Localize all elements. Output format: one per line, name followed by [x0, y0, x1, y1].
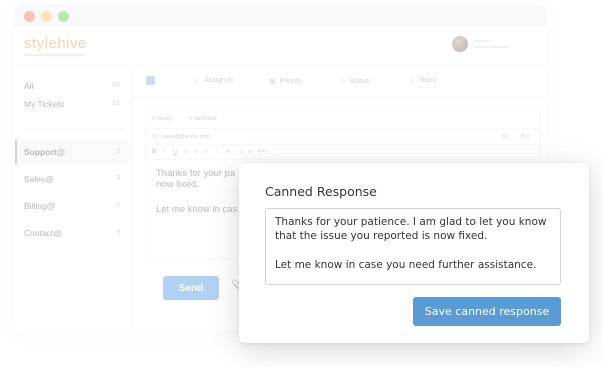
minimize-window-button[interactable] [41, 11, 52, 22]
sidebar-item-my-tickets[interactable]: My Tickets [24, 99, 64, 109]
app-header: stylehive [15, 27, 547, 67]
emoji-icon[interactable]: ☺ [238, 149, 244, 155]
reply-text-line-1: Thanks for your pa [156, 168, 236, 179]
sidebar-count-billing: 2 [116, 202, 120, 209]
sidebar-count-all: 43 [112, 82, 120, 89]
priority-button[interactable]: ▩ Priority [269, 77, 301, 85]
canned-response-dialog: Canned Response Thanks for your patience… [239, 163, 589, 343]
sidebar-item-support[interactable]: Support@ [24, 147, 65, 157]
underline-button[interactable]: U [173, 149, 177, 155]
tab-add-note[interactable]: ✎ Add Note [188, 116, 217, 122]
sidebar-item-contact[interactable]: Contact@ [24, 228, 62, 238]
tab-reply-label: Reply [158, 116, 173, 122]
user-email-placeholder [473, 46, 509, 48]
canned-response-textarea[interactable]: Thanks for your patience. I am glad to l… [265, 208, 561, 285]
dialog-title: Canned Response [265, 184, 377, 199]
sidebar-count-my-tickets: 12 [112, 100, 120, 107]
font-color-button[interactable]: A [226, 149, 230, 155]
align-center-icon[interactable]: ≡ [194, 149, 198, 155]
bar-chart-icon: ▩ [269, 78, 276, 85]
code-icon[interactable]: <> [258, 149, 265, 155]
user-name-placeholder [473, 40, 491, 42]
team-button[interactable]: ☺ Team [408, 77, 436, 84]
team-icon: ☺ [408, 77, 416, 84]
recipients-row: To: support@acme.com Cc Bcc [146, 129, 539, 145]
user-icon: ☺ [193, 77, 201, 84]
tab-add-note-label: Add Note [193, 116, 217, 122]
select-all-checkbox[interactable] [146, 76, 155, 85]
sidebar-count-contact: 3 [116, 229, 120, 236]
tag-icon: ◇ [340, 78, 346, 85]
sidebar-count-support: 3 [116, 148, 120, 155]
team-label: Team [419, 77, 437, 84]
reply-tabs: ↶ Reply ✎ Add Note [146, 111, 539, 129]
sidebar-count-sales: 3 [116, 175, 120, 182]
bold-button[interactable]: B [152, 149, 156, 155]
ticket-toolbar: ☺ Assign to ▩ Priority ◇ Status ☺ Team [133, 67, 547, 97]
status-label: Status [349, 78, 370, 85]
assign-to-button[interactable]: ☺ Assign to [193, 77, 233, 84]
sidebar-item-billing[interactable]: Billing@ [24, 201, 55, 211]
bullet-list-icon[interactable]: ⋮ [214, 149, 220, 156]
user-avatar[interactable] [452, 36, 468, 52]
cc-button[interactable]: Cc [502, 134, 509, 140]
priority-label: Priority [279, 78, 302, 85]
tab-reply[interactable]: ↶ Reply [152, 116, 172, 122]
to-field[interactable]: To: support@acme.com [152, 134, 210, 140]
format-toolbar: B I U ≡ ≡ ≡ ⋮ A ☺ ∞ <> [146, 145, 539, 160]
italic-button[interactable]: I [163, 149, 165, 155]
reply-text-line-3: Let me know in cas [156, 204, 238, 215]
close-window-button[interactable] [24, 11, 35, 22]
bcc-button[interactable]: Bcc [521, 134, 530, 140]
link-icon[interactable]: ∞ [248, 149, 252, 155]
maximize-window-button[interactable] [58, 11, 69, 22]
sidebar-divider [24, 128, 122, 129]
status-button[interactable]: ◇ Status [340, 77, 369, 85]
sidebar: All 43 My Tickets 12 Support@ 3 Sales@ 3… [15, 67, 133, 330]
app-logo: stylehive [24, 35, 87, 52]
logo-tagline [24, 54, 86, 56]
sidebar-item-sales[interactable]: Sales@ [24, 174, 54, 184]
save-canned-response-button[interactable]: Save canned response [413, 297, 561, 326]
sidebar-item-all[interactable]: All [24, 81, 33, 91]
assign-to-label: Assign to [204, 77, 233, 84]
reply-text-line-2: now fixed. [156, 179, 199, 190]
send-button[interactable]: Send [163, 276, 219, 300]
window-titlebar [15, 5, 547, 27]
ordered-list-icon[interactable]: ≡ [204, 149, 208, 155]
align-left-icon[interactable]: ≡ [184, 149, 188, 155]
